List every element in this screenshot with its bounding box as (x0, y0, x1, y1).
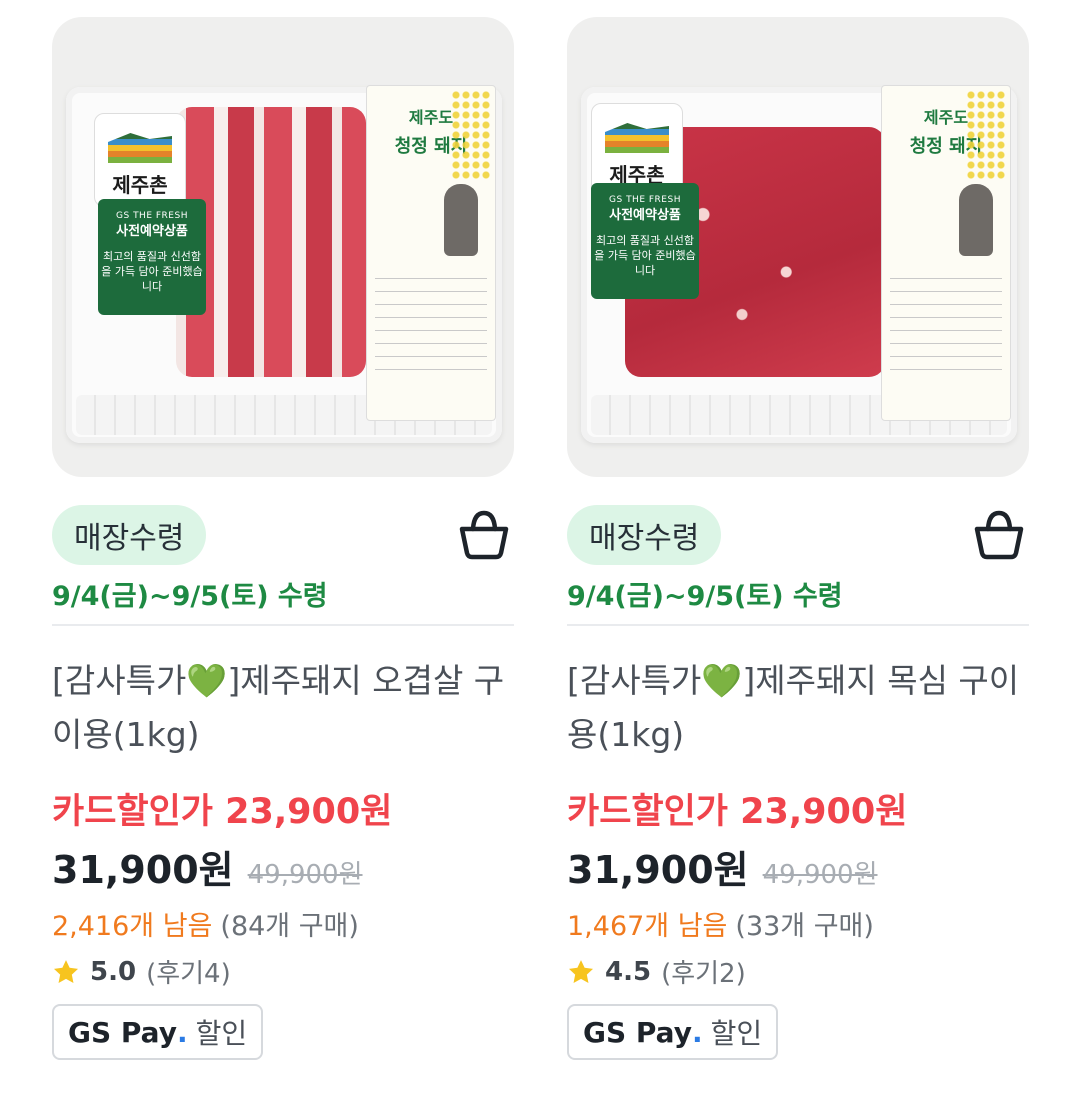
star-icon (53, 959, 79, 983)
star-icon (568, 959, 594, 983)
preorder-tag: GS THE FRESH 사전예약상품 최고의 품질과 신선함을 가득 담아 준… (591, 183, 699, 299)
sale-price: 31,900원 (52, 848, 234, 892)
purchase-count: (84개 구매) (220, 911, 359, 942)
stock-row: 2,416개 남음 (84개 구매) (52, 904, 359, 943)
divider (52, 624, 514, 626)
green-heart-icon: 💚 (186, 661, 228, 700)
product-grid: 제주촌 GS THE FRESH 사전예약상품 최고의 품질과 신선함을 가득 … (0, 0, 1080, 1096)
dol-hareubang-figure (444, 184, 478, 256)
purchase-count: (33개 구매) (735, 911, 874, 942)
product-title[interactable]: [감사특가💚]제주돼지 오겹살 구이용(1kg) (52, 654, 514, 762)
pickup-badge: 매장수령 (567, 505, 722, 565)
preorder-tag: GS THE FRESH 사전예약상품 최고의 품질과 신선함을 가득 담아 준… (98, 199, 206, 315)
stock-remaining: 1,467개 남음 (567, 911, 728, 942)
original-price: 49,900원 (762, 860, 878, 890)
product-label: 제주도 청정 돼지 (881, 85, 1011, 421)
card-discount-price: 카드할인가 23,900원 (52, 792, 393, 832)
card-discount-price: 카드할인가 23,900원 (567, 792, 908, 832)
product-image[interactable]: 제주촌 GS THE FRESH 사전예약상품 최고의 품질과 신선함을 가득 … (52, 17, 514, 477)
pickup-date: 9/4(금)~9/5(토) 수령 (52, 581, 328, 612)
rating-row: 5.0 (후기4) (52, 953, 231, 990)
brand-logo: 제주촌 (94, 113, 186, 207)
rating-value: 4.5 (605, 956, 652, 987)
review-count[interactable]: (후기2) (661, 953, 746, 990)
original-price: 49,900원 (247, 860, 363, 890)
product-label: 제주도 청정 돼지 (366, 85, 496, 421)
basket-icon[interactable] (456, 507, 512, 563)
product-card[interactable]: 제주촌 GS THE FRESH 사전예약상품 최고의 품질과 신선함을 가득 … (567, 17, 1029, 477)
product-image[interactable]: 제주촌 GS THE FRESH 사전예약상품 최고의 품질과 신선함을 가득 … (567, 17, 1029, 477)
divider (567, 624, 1029, 626)
product-card[interactable]: 제주촌 GS THE FRESH 사전예약상품 최고의 품질과 신선함을 가득 … (52, 17, 514, 477)
basket-icon[interactable] (971, 507, 1027, 563)
stock-row: 1,467개 남음 (33개 구매) (567, 904, 874, 943)
pickup-badge: 매장수령 (52, 505, 207, 565)
pickup-date: 9/4(금)~9/5(토) 수령 (567, 581, 843, 612)
review-count[interactable]: (후기4) (146, 953, 231, 990)
rating-value: 5.0 (90, 956, 137, 987)
gs-pay-discount-badge: GS Pay. 할인 (52, 1004, 264, 1060)
product-title[interactable]: [감사특가💚]제주돼지 목심 구이용(1kg) (567, 654, 1029, 762)
sale-price: 31,900원 (567, 848, 749, 892)
price-row: 31,900원 49,900원 (52, 839, 363, 894)
green-heart-icon: 💚 (701, 661, 743, 700)
rating-row: 4.5 (후기2) (567, 953, 746, 990)
price-row: 31,900원 49,900원 (567, 839, 878, 894)
dol-hareubang-figure (959, 184, 993, 256)
gs-pay-discount-badge: GS Pay. 할인 (567, 1004, 779, 1060)
stock-remaining: 2,416개 남음 (52, 911, 213, 942)
